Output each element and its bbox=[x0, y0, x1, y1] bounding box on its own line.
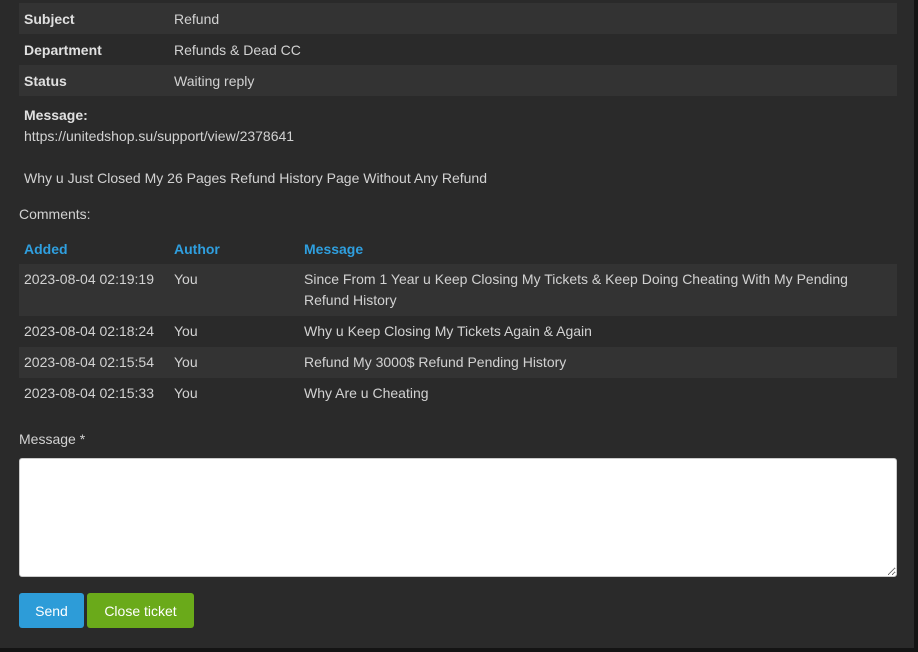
ticket-info-table: Subject Refund Department Refunds & Dead… bbox=[19, 3, 897, 96]
reply-message-textarea[interactable] bbox=[19, 458, 897, 577]
comment-added: 2023-08-04 02:15:33 bbox=[24, 385, 154, 401]
comment-message: Refund My 3000$ Refund Pending History bbox=[299, 347, 897, 378]
comments-table: Added Author Message 2023-08-04 02:19:19… bbox=[19, 234, 897, 409]
comments-header-row: Added Author Message bbox=[19, 234, 897, 264]
comment-author: You bbox=[174, 385, 198, 401]
ticket-panel: Subject Refund Department Refunds & Dead… bbox=[0, 0, 918, 652]
subject-label: Subject bbox=[24, 10, 75, 27]
message-text: Why u Just Closed My 26 Pages Refund His… bbox=[24, 170, 488, 186]
status-label: Status bbox=[24, 72, 67, 89]
department-row: Department Refunds & Dead CC bbox=[19, 34, 897, 65]
status-value: Waiting reply bbox=[174, 72, 255, 89]
reply-message-label: Message * bbox=[19, 431, 86, 447]
status-row: Status Waiting reply bbox=[19, 65, 897, 96]
subject-row: Subject Refund bbox=[19, 3, 897, 34]
comment-message: Since From 1 Year u Keep Closing My Tick… bbox=[299, 264, 897, 316]
comment-message: Why u Keep Closing My Tickets Again & Ag… bbox=[304, 323, 592, 339]
comment-author: You bbox=[169, 264, 299, 316]
column-header-message[interactable]: Message bbox=[299, 234, 897, 264]
message-label: Message: bbox=[24, 107, 88, 123]
comment-added: 2023-08-04 02:18:24 bbox=[24, 323, 154, 339]
column-header-added[interactable]: Added bbox=[19, 234, 169, 264]
comment-added: 2023-08-04 02:15:54 bbox=[19, 347, 169, 378]
comment-row: 2023-08-04 02:19:19 You Since From 1 Yea… bbox=[19, 264, 897, 316]
department-label: Department bbox=[24, 41, 102, 58]
subject-value: Refund bbox=[174, 10, 220, 27]
comment-author: You bbox=[169, 347, 299, 378]
comment-row: 2023-08-04 02:15:54 You Refund My 3000$ … bbox=[19, 347, 897, 378]
close-ticket-button[interactable]: Close ticket bbox=[87, 593, 194, 628]
column-header-author[interactable]: Author bbox=[169, 234, 299, 264]
comment-added: 2023-08-04 02:19:19 bbox=[19, 264, 169, 316]
comments-label: Comments: bbox=[19, 206, 91, 222]
comment-row: 2023-08-04 02:18:24 You Why u Keep Closi… bbox=[19, 316, 897, 347]
comment-author: You bbox=[174, 323, 198, 339]
department-value: Refunds & Dead CC bbox=[174, 41, 301, 58]
comment-row: 2023-08-04 02:15:33 You Why Are u Cheati… bbox=[19, 378, 897, 409]
comment-message: Why Are u Cheating bbox=[304, 385, 429, 401]
send-button[interactable]: Send bbox=[19, 593, 84, 628]
ticket-message: Message: https://unitedshop.su/support/v… bbox=[24, 105, 487, 189]
message-link-text: https://unitedshop.su/support/view/23786… bbox=[24, 128, 295, 144]
